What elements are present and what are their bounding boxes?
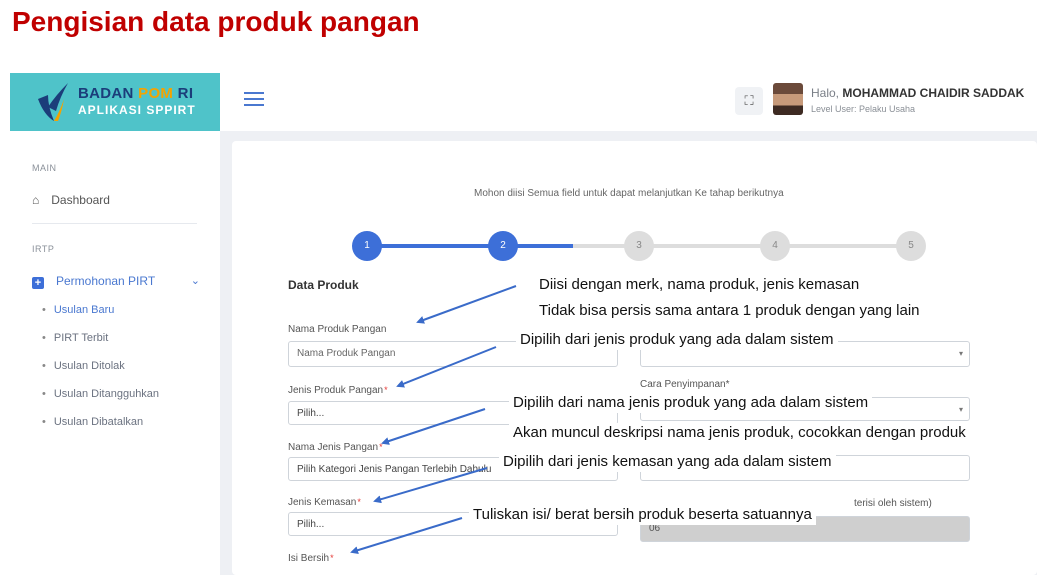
annotation-tidak-sama: Tidak bisa persis sama antara 1 produk d…	[535, 301, 924, 321]
required-mark: *	[357, 497, 361, 507]
annotation-jenis-produk: Dipilih dari jenis produk yang ada dalam…	[516, 330, 838, 350]
label-text: Nama Jenis Pangan	[288, 442, 379, 453]
label-jenis-produk: Jenis Produk Pangan*	[288, 385, 388, 396]
user-name: MOHAMMAD CHAIDIR SADDAK	[842, 86, 1025, 100]
greeting-prefix: Halo,	[811, 86, 843, 100]
step-1[interactable]: 1	[352, 231, 382, 261]
submenu-usulan-baru[interactable]: Usulan Baru	[42, 304, 115, 316]
brand-name-accent: POM	[138, 85, 174, 102]
label-text: Isi Bersih	[288, 553, 330, 564]
label-nama-produk: Nama Produk Pangan	[288, 324, 387, 335]
brand-name: BADAN POM RI	[78, 85, 193, 102]
annotation-merk: Diisi dengan merk, nama produk, jenis ke…	[535, 275, 864, 295]
label-text: Jenis Kemasan	[288, 497, 357, 508]
required-mark: *	[384, 385, 388, 395]
plus-icon: +	[32, 277, 44, 289]
brand-name-end: RI	[173, 85, 194, 102]
step-progress: 1 2 3 4 5	[352, 229, 928, 263]
annotation-deskripsi: Akan muncul deskripsi nama jenis produk,…	[509, 423, 970, 443]
brand-subtitle: APLIKASI SPPIRT	[78, 103, 196, 117]
sidebar-item-label: Permohonan PIRT	[56, 274, 156, 288]
annotation-nama-jenis: Dipilih dari nama jenis produk yang ada …	[509, 393, 873, 413]
submenu-pirt-terbit[interactable]: PIRT Terbit	[42, 332, 108, 344]
hamburger-menu-icon[interactable]	[244, 92, 264, 110]
step-4[interactable]: 4	[760, 231, 790, 261]
label-cara-penyimpanan: Cara Penyimpanan*	[640, 379, 730, 390]
bpom-logo-icon	[38, 83, 68, 121]
topbar: ⛶ Halo, MOHAMMAD CHAIDIR SADDAK Level Us…	[220, 73, 1037, 131]
sidebar-item-label: Dashboard	[51, 193, 110, 207]
avatar[interactable]	[773, 83, 803, 115]
brand-name-main: BADAN	[78, 85, 139, 102]
submenu-usulan-dibatalkan[interactable]: Usulan Dibatalkan	[42, 416, 143, 428]
annotation-jenis-kemasan: Dipilih dari jenis kemasan yang ada dala…	[499, 452, 836, 472]
form-notice: Mohon diisi Semua field untuk dapat mela…	[474, 188, 784, 199]
chevron-down-icon: ⌄	[190, 275, 200, 287]
step-2[interactable]: 2	[488, 231, 518, 261]
submenu-usulan-ditolak[interactable]: Usulan Ditolak	[42, 360, 125, 372]
submenu-usulan-ditangguhkan[interactable]: Usulan Ditangguhkan	[42, 388, 159, 400]
label-text: Jenis Produk Pangan	[288, 385, 384, 396]
user-level: Level User: Pelaku Usaha	[811, 104, 916, 114]
step-5[interactable]: 5	[896, 231, 926, 261]
sidebar-section-irtp: IRTP	[32, 244, 55, 254]
label-jenis-kemasan: Jenis Kemasan*	[288, 497, 361, 508]
step-3[interactable]: 3	[624, 231, 654, 261]
label-isi-bersih: Isi Bersih*	[288, 553, 334, 564]
fullscreen-icon[interactable]: ⛶	[735, 87, 763, 115]
annotation-isi-bersih: Tuliskan isi/ berat bersih produk besert…	[469, 505, 816, 525]
section-title: Data Produk	[288, 278, 359, 292]
sidebar-item-dashboard[interactable]: ⌂ Dashboard	[32, 193, 110, 207]
required-mark: *	[330, 553, 334, 563]
user-greeting: Halo, MOHAMMAD CHAIDIR SADDAK	[811, 86, 1024, 100]
label-nama-jenis: Nama Jenis Pangan*	[288, 442, 383, 453]
sidebar-divider	[32, 223, 197, 224]
brand-header: BADAN POM RI APLIKASI SPPIRT	[10, 73, 220, 131]
slide-title: Pengisian data produk pangan	[12, 6, 420, 37]
caret-down-icon: ▾	[958, 349, 963, 358]
sidebar-item-permohonan-pirt[interactable]: + Permohonan PIRT ⌄	[32, 274, 200, 289]
sidebar: MAIN ⌂ Dashboard IRTP + Permohonan PIRT ⌄ U…	[10, 131, 220, 575]
caret-down-icon: ▾	[958, 405, 963, 414]
app-window: BADAN POM RI APLIKASI SPPIRT ⛶ Halo, MOH…	[10, 73, 1037, 575]
sidebar-section-main: MAIN	[32, 163, 57, 173]
home-icon: ⌂	[32, 193, 40, 207]
label-terisi-sistem: terisi oleh sistem)	[854, 498, 932, 509]
step-line-complete	[367, 244, 573, 248]
required-mark: *	[379, 442, 383, 452]
